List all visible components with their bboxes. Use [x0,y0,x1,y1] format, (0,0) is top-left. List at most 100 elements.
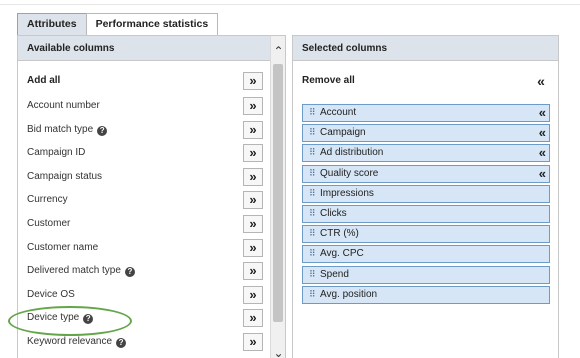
selected-columns-header: Selected columns [293,36,558,61]
column-name: Customer name [27,241,99,253]
drag-handle-icon[interactable]: ⠿ [309,228,316,239]
selected-column-label: Ad distribution [320,147,384,159]
add-all-row: Add all » [18,72,271,92]
drag-handle-icon[interactable]: ⠿ [309,168,316,179]
available-column-label: Campaign ID [27,147,85,158]
add-column-button[interactable]: » [243,167,263,186]
remove-all-button[interactable]: « [533,74,549,90]
add-column-button[interactable]: » [243,120,263,139]
column-name: Customer [27,218,71,229]
drag-handle-icon[interactable]: ⠿ [309,208,316,219]
selected-column-label: Clicks [320,208,347,219]
column-name: Keyword relevance [27,336,113,347]
tab-bar: Attributes Performance statistics [17,13,219,35]
selected-column-item[interactable]: ⠿ Campaign « [302,124,550,143]
column-name: Campaign status [27,170,103,182]
add-all-label: Add all [27,75,61,86]
remove-column-button[interactable]: « [539,166,546,181]
selected-column-item[interactable]: ⠿ Avg. CPC [302,245,550,264]
column-name: Campaign ID [27,147,86,159]
selected-column-item[interactable]: ⠿ Impressions [302,184,550,203]
selected-column-label: Avg. position [320,288,378,300]
available-column-label: Currency [27,194,68,205]
chevron-up-icon[interactable]: ⌃ [271,44,286,58]
selected-column-item[interactable]: ⠿ CTR (%) [302,225,550,244]
drag-handle-icon[interactable]: ⠿ [309,107,316,118]
available-columns-panel: Available columns Add all » Account numb… [17,35,286,358]
add-column-button[interactable]: » [243,285,263,304]
scroll-thumb[interactable] [273,64,283,322]
selected-column-label: Campaign [320,127,366,139]
tab-attributes[interactable]: Attributes [17,13,87,35]
available-column-row: Keyword relevance? » [18,333,271,353]
selected-column-label: Quality score [320,167,379,179]
question-circle-icon[interactable]: ? [116,338,127,348]
available-column-label: Device type? [27,312,94,325]
selected-column-label: Impressions [320,187,374,199]
add-column-button[interactable]: » [243,191,263,210]
selected-column-label: Avg. CPC [320,248,364,260]
column-name: Delivered match type [27,265,121,277]
selected-column-item[interactable]: ⠿ Avg. position [302,285,550,304]
question-circle-icon[interactable]: ? [83,314,94,325]
question-circle-icon[interactable]: ? [124,267,135,278]
question-circle-icon[interactable]: ? [97,125,108,136]
available-column-label: Bid match type? [27,123,108,136]
selected-column-item[interactable]: ⠿ Clicks [302,205,550,223]
add-column-button[interactable]: » [243,262,263,281]
drag-handle-icon[interactable]: ⠿ [309,289,316,300]
available-column-row: Device type? » [18,309,271,329]
drag-handle-icon[interactable]: ⠿ [309,188,316,199]
available-column-label: Delivered match type? [27,265,135,278]
available-column-label: Device OS [27,289,75,300]
selected-column-item[interactable]: ⠿ Account « [302,104,550,122]
available-column-label: Campaign status [27,171,102,182]
add-column-button[interactable]: » [243,333,263,351]
add-column-button[interactable]: » [243,309,263,328]
available-column-label: Account number [27,100,100,111]
top-divider [0,4,580,5]
available-column-row: Campaign status » [18,167,271,188]
remove-column-button[interactable]: « [539,105,546,120]
add-all-button[interactable]: » [243,72,263,90]
column-name: Device OS [27,288,75,300]
available-column-label: Customer [27,218,70,229]
drag-handle-icon[interactable]: ⠿ [309,269,316,280]
available-column-row: Currency » [18,191,271,211]
add-column-button[interactable]: » [243,144,263,163]
available-columns-header: Available columns [18,36,285,61]
remove-column-button[interactable]: « [539,125,546,140]
add-column-button[interactable]: » [243,97,263,115]
tab-performance-statistics[interactable]: Performance statistics [85,13,219,35]
available-columns-list: Add all » Account number» Bid match type?… [18,61,271,358]
add-column-button[interactable]: » [243,215,263,233]
available-column-label: Customer name [27,242,98,253]
available-column-row: Account number » [18,97,271,117]
remove-column-button[interactable]: « [539,145,546,160]
selected-columns-panel: Selected columns Remove all « ⠿ Account «⠿… [292,35,559,358]
column-name: Device type [27,312,80,324]
column-name: Account number [27,100,100,111]
selected-column-label: CTR (%) [320,228,359,240]
drag-handle-icon[interactable]: ⠿ [309,248,316,259]
selected-column-label: Spend [320,268,349,280]
chevron-down-icon[interactable]: ⌄ [271,346,286,358]
available-column-row: Campaign ID » [18,144,271,164]
selected-column-label: Account [320,107,357,118]
remove-all-label: Remove all [302,75,355,86]
selected-column-item[interactable]: ⠿ Ad distribution « [302,144,550,163]
add-column-button[interactable]: » [243,238,263,257]
column-name: Currency [27,194,68,206]
selected-column-item[interactable]: ⠿ Spend [302,265,550,284]
column-name: Bid match type [27,123,94,135]
selected-column-item[interactable]: ⠿ Quality score « [302,164,550,183]
available-column-row: Customer name » [18,238,271,259]
available-column-row: Device OS » [18,285,271,306]
available-column-row: Bid match type? » [18,120,271,141]
drag-handle-icon[interactable]: ⠿ [309,147,316,158]
drag-handle-icon[interactable]: ⠿ [309,127,316,138]
available-column-row: Customer » [18,215,271,235]
available-column-label: Keyword relevance? [27,336,127,348]
available-column-row: Delivered match type? » [18,262,271,282]
available-columns-scrollbar[interactable]: ⌃ ⌄ [270,36,285,358]
